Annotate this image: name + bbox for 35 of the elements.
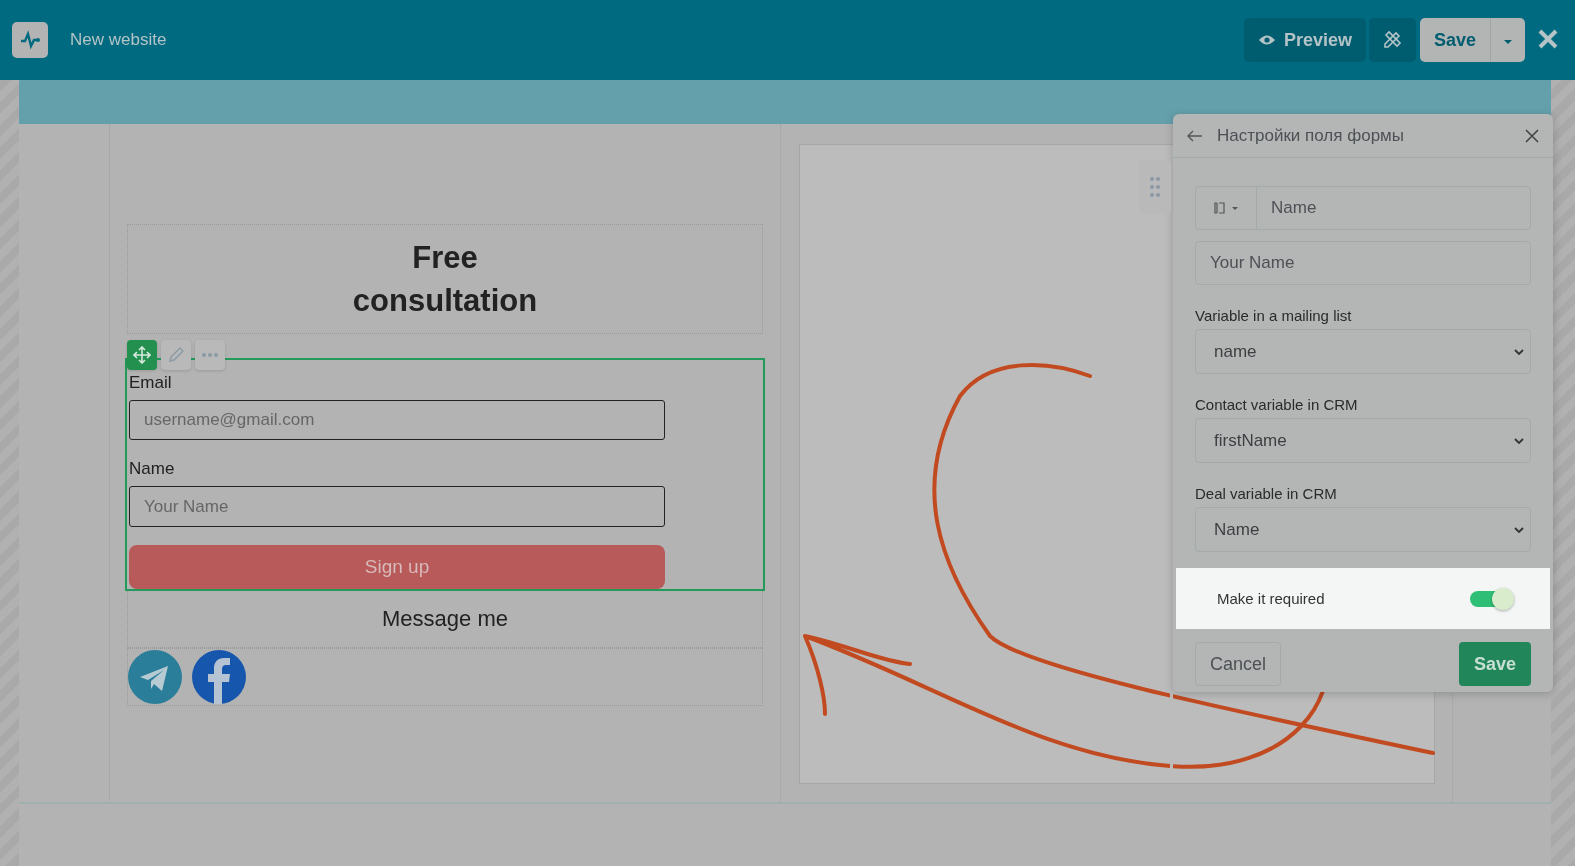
field-type-icon xyxy=(1213,202,1239,214)
chevron-down-icon xyxy=(1514,437,1524,444)
select-label: Variable in a mailing list xyxy=(1195,307,1353,324)
field-label: Email xyxy=(129,374,173,392)
facebook-icon[interactable] xyxy=(192,650,246,704)
eye-icon xyxy=(1257,34,1276,46)
preview-button[interactable]: Preview xyxy=(1243,18,1366,62)
paper-plane-icon[interactable] xyxy=(128,650,182,704)
select-field[interactable]: Name xyxy=(1195,507,1531,552)
panel-title: Настройки поля формы xyxy=(1217,125,1406,146)
messenger-heading: Message me xyxy=(382,606,508,632)
back-arrow-icon[interactable] xyxy=(1187,129,1203,142)
sign-up-button[interactable]: Sign up xyxy=(129,544,665,589)
pencil-ruler-icon xyxy=(1381,29,1404,51)
field-name-input[interactable]: Name xyxy=(1195,186,1531,230)
design-tools-button[interactable] xyxy=(1368,18,1416,62)
chevron-down-icon xyxy=(1514,348,1524,355)
website-title: New website xyxy=(70,30,167,50)
pulse-logo-icon[interactable] xyxy=(12,22,48,58)
close-icon[interactable] xyxy=(1525,128,1539,143)
chevron-down-icon xyxy=(1514,526,1524,533)
placeholder-input[interactable]: Your Name xyxy=(1195,241,1531,285)
form-heading: Free consultation xyxy=(351,239,539,320)
input-field[interactable]: Your Name xyxy=(129,486,665,527)
save-button[interactable]: Save xyxy=(1458,642,1531,686)
select-label: Contact variable in CRM xyxy=(1195,396,1359,413)
cancel-button[interactable]: Cancel xyxy=(1195,642,1282,686)
select-label: Deal variable in CRM xyxy=(1195,485,1338,502)
select-field[interactable]: name xyxy=(1195,329,1531,374)
caret-icon xyxy=(1503,38,1513,45)
field-label: Name xyxy=(129,460,176,479)
move-icon[interactable] xyxy=(127,340,157,370)
required-label: Make it required xyxy=(1217,590,1325,607)
select-field[interactable]: firstName xyxy=(1195,418,1531,463)
input-field[interactable]: username@gmail.com xyxy=(129,400,665,441)
